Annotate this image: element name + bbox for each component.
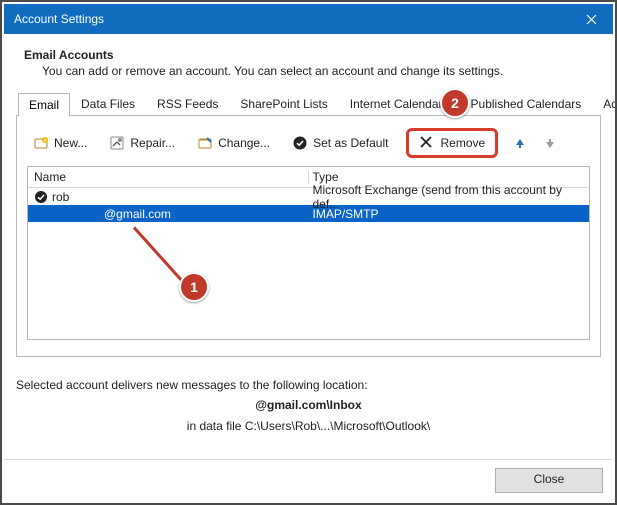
remove-icon: [419, 135, 435, 151]
footer-intro: Selected account delivers new messages t…: [16, 375, 601, 395]
close-button[interactable]: Close: [495, 468, 603, 493]
delivery-location: @gmail.com\Inbox: [255, 398, 361, 412]
remove-label: Remove: [440, 136, 485, 150]
account-name: rob: [52, 190, 69, 204]
account-settings-window: Account Settings Email Accounts You can …: [4, 4, 613, 501]
dialog-buttons: Close: [4, 459, 613, 501]
move-down-button[interactable]: [542, 135, 558, 151]
tab-sharepoint-lists[interactable]: SharePoint Lists: [229, 92, 338, 115]
new-icon: ✶: [33, 135, 49, 151]
set-default-button[interactable]: Set as Default: [288, 133, 392, 153]
annotation-badge-1: 1: [179, 272, 209, 302]
accounts-list: Name Type rob: [27, 166, 590, 340]
repair-icon: [109, 135, 125, 151]
arrow-up-icon: [514, 137, 526, 149]
window-close-button[interactable]: [569, 4, 613, 34]
account-name: @gmail.com: [104, 207, 171, 221]
footer-info: Selected account delivers new messages t…: [16, 375, 601, 436]
tab-email[interactable]: Email: [18, 93, 70, 116]
col-header-name[interactable]: Name: [28, 170, 309, 184]
section-subtitle: You can add or remove an account. You ca…: [42, 64, 601, 78]
arrow-down-icon: [544, 137, 556, 149]
data-file-path: in data file C:\Users\Rob\...\Microsoft\…: [16, 416, 601, 436]
tab-panel-email: ✶ New... Repair...: [16, 116, 601, 357]
titlebar: Account Settings: [4, 4, 613, 34]
remove-button[interactable]: Remove: [406, 128, 498, 158]
repair-label: Repair...: [130, 136, 175, 150]
window-title: Account Settings: [14, 12, 104, 26]
tab-rss-feeds[interactable]: RSS Feeds: [146, 92, 229, 115]
close-icon: [586, 14, 597, 25]
set-default-label: Set as Default: [313, 136, 388, 150]
svg-text:✶: ✶: [43, 138, 47, 144]
move-up-button[interactable]: [512, 135, 528, 151]
default-account-icon: [34, 190, 48, 204]
change-label: Change...: [218, 136, 270, 150]
account-type: IMAP/SMTP: [309, 207, 590, 221]
toolbar: ✶ New... Repair...: [27, 126, 590, 166]
section-title: Email Accounts: [24, 48, 601, 62]
table-row[interactable]: @gmail.com IMAP/SMTP: [28, 205, 589, 222]
tab-address-books[interactable]: Address Books: [592, 92, 617, 115]
tabs: Email Data Files RSS Feeds SharePoint Li…: [16, 92, 601, 116]
tab-data-files[interactable]: Data Files: [70, 92, 146, 115]
change-icon: [197, 135, 213, 151]
table-row[interactable]: rob Microsoft Exchange (send from this a…: [28, 188, 589, 205]
new-label: New...: [54, 136, 87, 150]
check-circle-icon: [292, 135, 308, 151]
new-button[interactable]: ✶ New...: [29, 133, 91, 153]
annotation-badge-2: 2: [440, 88, 470, 118]
repair-button[interactable]: Repair...: [105, 133, 179, 153]
change-button[interactable]: Change...: [193, 133, 274, 153]
tab-published-calendars[interactable]: Published Calendars: [460, 92, 593, 115]
